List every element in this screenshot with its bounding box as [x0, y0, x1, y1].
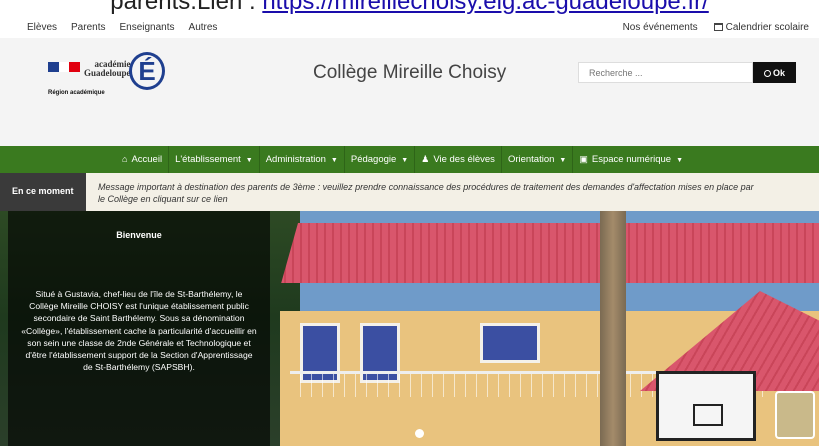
caret-down-icon: ▼	[330, 157, 338, 164]
academie-logo[interactable]: académie Guadeloupe É Région académique	[46, 52, 176, 100]
news-label: En ce moment	[0, 173, 86, 211]
calendar-label: Calendrier scolaire	[725, 22, 809, 33]
link-events[interactable]: Nos événements	[623, 22, 698, 33]
link-parents[interactable]: Parents	[71, 22, 105, 33]
region-label: Région académique	[48, 90, 105, 96]
logo-letter-icon: É	[129, 52, 165, 90]
caret-down-icon: ▼	[676, 157, 684, 164]
site-header: académie Guadeloupe É Région académique C…	[0, 38, 819, 146]
link-eleves[interactable]: Elèves	[27, 22, 57, 33]
caption-prefix: parents.Lien :	[110, 0, 263, 15]
audience-links: Elèves Parents Enseignants Autres	[27, 22, 217, 33]
nav-espace-numerique[interactable]: ▣ Espace numérique ▼	[573, 146, 689, 173]
nav-accueil[interactable]: ⌂ Accueil	[116, 146, 170, 173]
site-title[interactable]: Collège Mireille Choisy	[313, 62, 506, 84]
hero-window	[480, 323, 540, 363]
nav-etablissement[interactable]: L'établissement ▼	[169, 146, 260, 173]
nav-pedagogie[interactable]: Pédagogie ▼	[345, 146, 416, 173]
caption-link[interactable]: https://mireillechoisy.elg.ac-guadeloupe…	[262, 0, 708, 15]
news-message[interactable]: Message important à destination des pare…	[98, 181, 819, 205]
screen-icon: ▣	[579, 154, 588, 164]
floating-thumbnail[interactable]	[775, 391, 815, 439]
link-autres[interactable]: Autres	[189, 22, 218, 33]
search-button[interactable]: Ok	[753, 62, 796, 83]
calendar-icon	[713, 23, 723, 31]
welcome-panel: Bienvenue Situé à Gustavia, chef-lieu de…	[8, 211, 270, 446]
news-ticker: En ce moment Message important à destina…	[0, 173, 819, 211]
main-nav: ⌂ Accueil L'établissement ▼ Administration…	[0, 146, 819, 173]
slider-dot[interactable]	[415, 429, 424, 438]
home-icon: ⌂	[122, 154, 128, 164]
republique-flag-icon	[48, 62, 81, 72]
hero-basketball-board	[656, 371, 756, 441]
nav-orientation[interactable]: Orientation ▼	[502, 146, 574, 173]
hero-slider[interactable]: Bienvenue Situé à Gustavia, chef-lieu de…	[0, 211, 819, 446]
link-calendar[interactable]: Calendrier scolaire	[713, 22, 809, 33]
caret-down-icon: ▼	[559, 157, 567, 164]
welcome-title: Bienvenue	[116, 230, 162, 240]
welcome-text: Situé à Gustavia, chef-lieu de l'île de …	[21, 289, 257, 373]
hero-palm	[600, 211, 626, 446]
logo-wordmark: académie Guadeloupe	[84, 59, 131, 78]
nav-vie-eleves[interactable]: ♟ Vie des élèves	[415, 146, 502, 173]
caret-down-icon: ▼	[245, 157, 253, 164]
search-icon	[763, 69, 771, 77]
link-enseignants[interactable]: Enseignants	[119, 22, 174, 33]
top-utility-bar: Elèves Parents Enseignants Autres Nos év…	[0, 18, 819, 38]
page: parents.Lien : https://mireillechoisy.el…	[0, 0, 819, 446]
utility-links: Nos événements Calendrier scolaire	[623, 22, 809, 33]
nav-administration[interactable]: Administration ▼	[260, 146, 345, 173]
caption-line: parents.Lien : https://mireillechoisy.el…	[0, 0, 819, 16]
search-input[interactable]	[578, 62, 753, 83]
caret-down-icon: ▼	[401, 157, 409, 164]
user-icon: ♟	[421, 154, 430, 164]
